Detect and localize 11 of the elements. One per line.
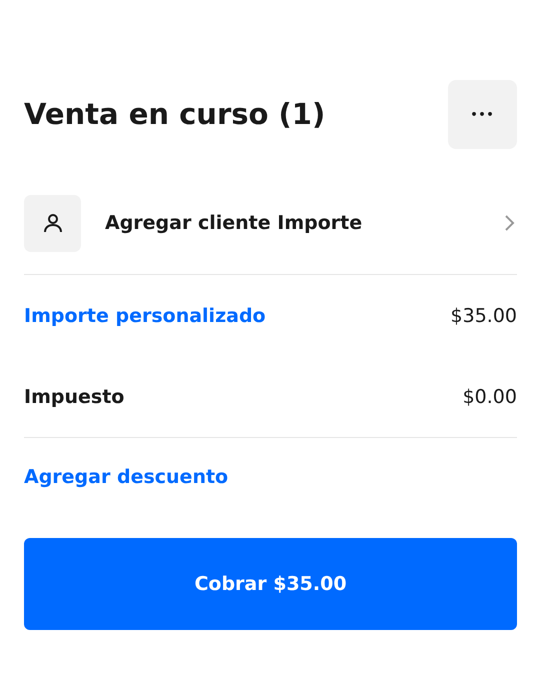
- charge-button[interactable]: Cobrar $35.00: [24, 538, 517, 630]
- person-icon: [24, 194, 81, 252]
- line-label: Impuesto: [24, 386, 124, 408]
- line-amount: $35.00: [450, 304, 517, 326]
- line-amount: $0.00: [462, 386, 517, 408]
- more-button[interactable]: •••: [448, 80, 517, 148]
- sale-title: Venta en curso (1): [24, 97, 326, 131]
- custom-amount-link[interactable]: Importe personalizado: [24, 304, 266, 326]
- add-customer-link[interactable]: Agregar cliente Importe: [105, 212, 503, 234]
- add-discount-link[interactable]: Agregar descuento: [24, 466, 228, 488]
- chevron-icon: [503, 214, 515, 232]
